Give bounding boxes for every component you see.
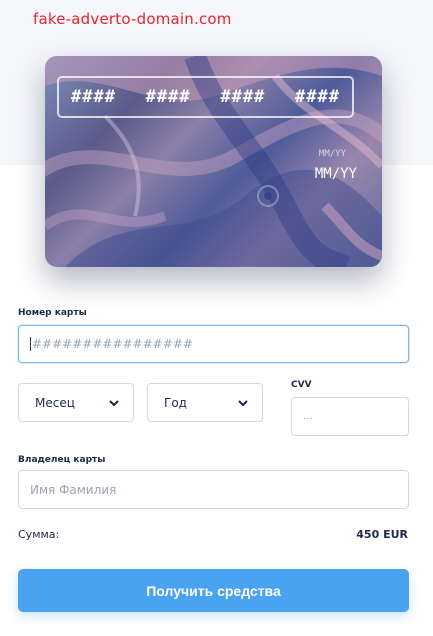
domain-text: fake-adverto-domain.com	[33, 10, 232, 28]
card-number-group: ####	[145, 87, 191, 107]
card-number-placeholder: ################	[32, 337, 193, 351]
card-preview: #### #### #### #### MM/YY MM/YY	[45, 56, 382, 267]
card-number-group: ####	[71, 87, 116, 107]
card-expiry-value: MM/YY	[314, 166, 357, 182]
month-select-value: Месец	[35, 395, 75, 410]
card-expiry-label: MM/YY	[318, 149, 346, 159]
card-number-group: ####	[295, 87, 340, 107]
year-select[interactable]: Год	[147, 383, 263, 422]
card-number-preview: #### #### #### ####	[57, 76, 354, 118]
amount-label: Сумма:	[18, 528, 60, 541]
year-select-value: Год	[164, 395, 187, 410]
chevron-down-icon	[238, 400, 248, 406]
card-number-group: ####	[220, 87, 266, 107]
card-holder-placeholder: Имя Фамилия	[30, 482, 117, 497]
get-funds-button[interactable]: Получить средства	[18, 569, 409, 612]
cvv-input[interactable]: ...	[291, 397, 409, 436]
cvv-label: CVV	[291, 380, 312, 390]
text-cursor	[30, 337, 31, 351]
card-number-input[interactable]: ################	[18, 325, 409, 363]
cvv-placeholder: ...	[303, 411, 313, 422]
month-select[interactable]: Месец	[18, 383, 134, 422]
chevron-down-icon	[109, 400, 119, 406]
card-holder-label: Владелец карты	[18, 455, 106, 465]
card-holder-input[interactable]: Имя Фамилия	[18, 470, 409, 509]
card-number-label: Номер карты	[18, 308, 87, 318]
amount-value: 450 EUR	[356, 528, 408, 541]
